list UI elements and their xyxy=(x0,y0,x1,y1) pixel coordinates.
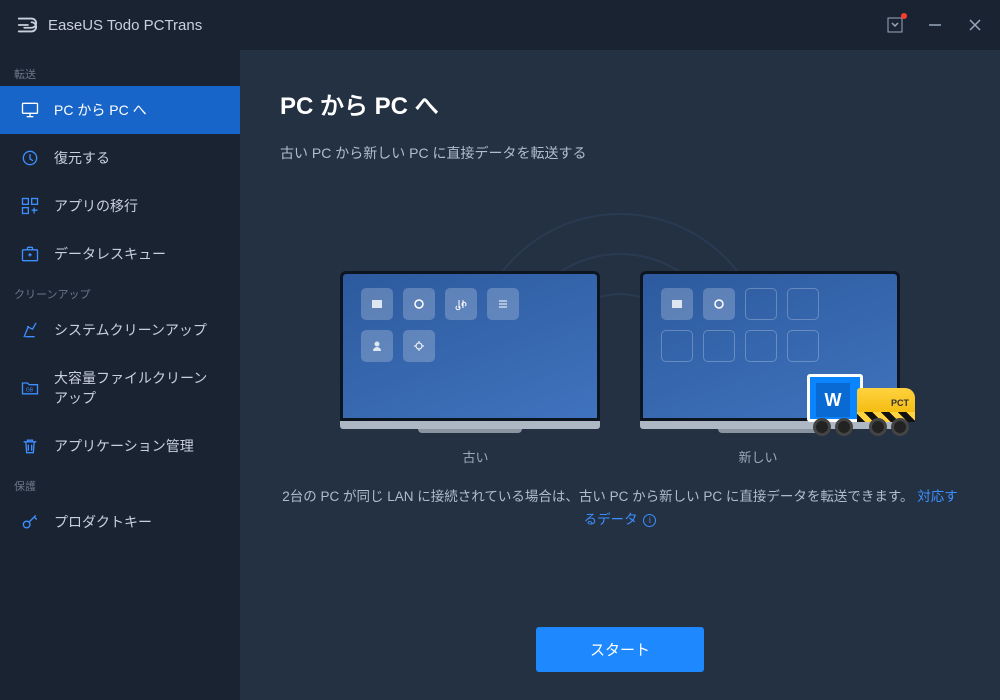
key-icon xyxy=(20,512,40,532)
app-title: EaseUS Todo PCTrans xyxy=(48,17,202,34)
minimize-button[interactable] xyxy=(926,16,944,34)
sidebar-item-label: アプリの移行 xyxy=(54,196,138,216)
sidebar-item-restore[interactable]: 復元する xyxy=(0,134,240,182)
broom-icon xyxy=(20,320,40,340)
close-button[interactable] xyxy=(966,16,984,34)
restore-icon xyxy=(20,148,40,168)
svg-text:GB: GB xyxy=(26,387,34,393)
briefcase-plus-icon xyxy=(20,244,40,264)
sidebar-item-app-migration[interactable]: アプリの移行 xyxy=(0,182,240,230)
sidebar-item-label: PC から PC へ xyxy=(54,100,147,120)
pc-labels: 古い 新しい xyxy=(280,447,960,466)
minimize-icon xyxy=(928,18,942,32)
sidebar-item-label: システムクリーンアップ xyxy=(54,320,207,340)
sidebar-item-system-cleanup[interactable]: システムクリーンアップ xyxy=(0,306,240,354)
trash-icon xyxy=(20,436,40,456)
dropdown-box-icon xyxy=(887,17,903,33)
sidebar-item-label: データレスキュー xyxy=(54,244,166,264)
sidebar-section-cleanup: クリーンアップ xyxy=(0,278,240,306)
page-title: PC から PC へ xyxy=(280,86,960,121)
notifications-button[interactable] xyxy=(886,16,904,34)
app-logo: EaseUS Todo PCTrans xyxy=(16,14,202,36)
easeus-logo-icon xyxy=(16,14,38,36)
old-pc-label: 古い xyxy=(462,447,488,466)
monitor-icon xyxy=(20,100,40,120)
notification-dot-icon xyxy=(901,13,907,19)
sidebar-item-app-management[interactable]: アプリケーション管理 xyxy=(0,422,240,470)
apps-icon xyxy=(20,196,40,216)
sidebar-item-pc-to-pc[interactable]: PC から PC へ xyxy=(0,86,240,134)
window-controls xyxy=(886,16,984,34)
sidebar-item-label: 大容量ファイルクリーンアップ xyxy=(54,368,220,408)
new-pc-graphic: W PCT xyxy=(640,271,900,433)
sidebar-section-transfer: 転送 xyxy=(0,58,240,86)
illustration: W PCT xyxy=(280,193,960,433)
sidebar: 転送 PC から PC へ 復元する アプリの移行 データレスキュー xyxy=(0,50,240,700)
content-pane: PC から PC へ 古い PC から新しい PC に直接データを転送する xyxy=(240,50,1000,700)
folder-size-icon: GB xyxy=(20,378,40,398)
info-icon: i xyxy=(643,514,656,527)
description: 2台の PC が同じ LAN に接続されている場合は、古い PC から新しい P… xyxy=(280,486,960,532)
sidebar-item-product-key[interactable]: プロダクトキー xyxy=(0,498,240,546)
titlebar: EaseUS Todo PCTrans xyxy=(0,0,1000,50)
new-pc-label: 新しい xyxy=(739,447,778,466)
old-pc-graphic xyxy=(340,271,600,433)
truck-icon: W PCT xyxy=(807,374,917,436)
close-icon xyxy=(968,18,982,32)
sidebar-item-label: アプリケーション管理 xyxy=(54,436,194,456)
sidebar-item-large-file-cleanup[interactable]: GB 大容量ファイルクリーンアップ xyxy=(0,354,240,422)
page-subtitle: 古い PC から新しい PC に直接データを転送する xyxy=(280,143,960,163)
sidebar-item-label: プロダクトキー xyxy=(54,512,152,532)
sidebar-item-label: 復元する xyxy=(54,148,110,168)
start-button[interactable]: スタート xyxy=(536,627,704,672)
sidebar-item-data-rescue[interactable]: データレスキュー xyxy=(0,230,240,278)
sidebar-section-protect: 保護 xyxy=(0,470,240,498)
